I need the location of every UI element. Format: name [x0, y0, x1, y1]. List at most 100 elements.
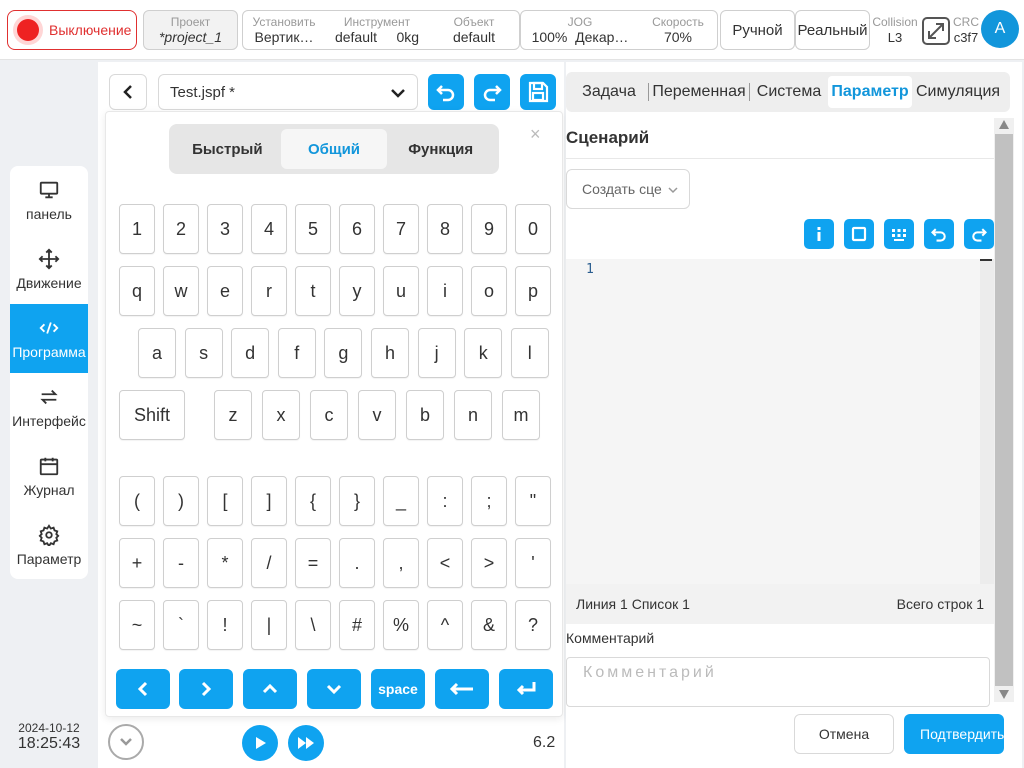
back-button[interactable]	[109, 74, 147, 110]
key[interactable]: ;	[471, 476, 507, 526]
object-selector[interactable]: Объект default	[429, 11, 519, 49]
key[interactable]: !	[207, 600, 243, 650]
key[interactable]: 4	[251, 204, 287, 254]
key[interactable]: h	[371, 328, 409, 378]
jog-selector[interactable]: JOG 100% Декар…	[521, 11, 639, 49]
key[interactable]: *	[207, 538, 243, 588]
key[interactable]: >	[471, 538, 507, 588]
key[interactable]: q	[119, 266, 155, 316]
key[interactable]: m	[502, 390, 540, 440]
key[interactable]: c	[310, 390, 348, 440]
editor-scrollbar[interactable]	[980, 259, 994, 584]
key[interactable]: r	[251, 266, 287, 316]
redo-button[interactable]	[474, 74, 510, 110]
scroll-down-icon[interactable]	[999, 690, 1009, 699]
key[interactable]: /	[251, 538, 287, 588]
tab-simulation[interactable]: Симуляция	[912, 76, 1004, 108]
tool-selector[interactable]: Инструмент default 0kg	[325, 11, 429, 49]
key[interactable]: <	[427, 538, 463, 588]
sidebar-item-program[interactable]: Программа	[10, 304, 88, 373]
key[interactable]: \	[295, 600, 331, 650]
key[interactable]: 9	[471, 204, 507, 254]
key[interactable]: }	[339, 476, 375, 526]
create-scenario-select[interactable]: Создать сце	[566, 169, 690, 209]
key[interactable]: 6	[339, 204, 375, 254]
key[interactable]: 8	[427, 204, 463, 254]
key[interactable]: ~	[119, 600, 155, 650]
key[interactable]: #	[339, 600, 375, 650]
key[interactable]: {	[295, 476, 331, 526]
panel-scrollbar[interactable]	[994, 118, 1014, 702]
arrow-up-key[interactable]	[243, 669, 297, 709]
code-editor[interactable]: 1	[566, 259, 994, 584]
shift-key[interactable]: Shift	[119, 390, 185, 440]
key[interactable]: )	[163, 476, 199, 526]
key[interactable]: x	[262, 390, 300, 440]
run-button[interactable]	[242, 725, 278, 761]
key[interactable]: w	[163, 266, 199, 316]
key[interactable]: 2	[163, 204, 199, 254]
confirm-button[interactable]: Подтвердить	[904, 714, 1004, 754]
key[interactable]: _	[383, 476, 419, 526]
key[interactable]: l	[510, 328, 549, 378]
tab-function[interactable]: Функция	[387, 129, 494, 169]
key[interactable]: n	[454, 390, 492, 440]
save-button[interactable]	[520, 74, 556, 110]
space-key[interactable]: space	[371, 669, 425, 709]
tab-system[interactable]: Система	[750, 76, 828, 108]
key[interactable]: u	[383, 266, 419, 316]
key[interactable]: "	[515, 476, 551, 526]
tab-variable[interactable]: Переменная	[649, 76, 749, 108]
key[interactable]: i	[427, 266, 463, 316]
file-selector[interactable]: Test.jspf *	[158, 74, 418, 110]
key[interactable]: f	[277, 328, 316, 378]
tab-general[interactable]: Общий	[280, 129, 388, 169]
key[interactable]: +	[119, 538, 155, 588]
sidebar-item-interface[interactable]: Интерфейс	[10, 373, 88, 442]
sidebar-item-journal[interactable]: Журнал	[10, 442, 88, 511]
arrow-right-key[interactable]	[179, 669, 233, 709]
key[interactable]: -	[163, 538, 199, 588]
real-mode-button[interactable]: Реальный	[795, 10, 870, 50]
collapse-keyboard-button[interactable]	[108, 724, 144, 760]
key[interactable]: p	[515, 266, 551, 316]
sidebar-item-parameter[interactable]: Параметр	[10, 511, 88, 579]
key[interactable]: ]	[251, 476, 287, 526]
sidebar-item-panel[interactable]: панель	[10, 166, 88, 235]
sidebar-item-motion[interactable]: Движение	[10, 235, 88, 304]
close-icon[interactable]: ×	[530, 124, 541, 145]
key[interactable]: z	[214, 390, 252, 440]
key[interactable]: g	[324, 328, 363, 378]
key[interactable]: s	[184, 328, 223, 378]
editor-redo-button[interactable]	[964, 219, 994, 249]
block-button[interactable]	[844, 219, 874, 249]
project-selector[interactable]: Проект *project_1	[143, 10, 238, 50]
key[interactable]: .	[339, 538, 375, 588]
key[interactable]: %	[383, 600, 419, 650]
tab-task[interactable]: Задача	[570, 76, 648, 108]
backspace-key[interactable]	[435, 669, 489, 709]
key[interactable]: 7	[383, 204, 419, 254]
fast-forward-button[interactable]	[288, 725, 324, 761]
tab-quick[interactable]: Быстрый	[174, 129, 281, 169]
key[interactable]: d	[231, 328, 270, 378]
expand-icon[interactable]	[921, 16, 951, 46]
undo-button[interactable]	[428, 74, 464, 110]
key[interactable]: 5	[295, 204, 331, 254]
key[interactable]: v	[358, 390, 396, 440]
key[interactable]: ^	[427, 600, 463, 650]
key[interactable]: k	[464, 328, 503, 378]
key[interactable]: =	[295, 538, 331, 588]
tab-parameter[interactable]: Параметр	[828, 76, 912, 108]
avatar[interactable]: A	[981, 10, 1019, 48]
key[interactable]: a	[138, 328, 176, 378]
key[interactable]: t	[295, 266, 331, 316]
key[interactable]: [	[207, 476, 243, 526]
arrow-left-key[interactable]	[116, 669, 170, 709]
key[interactable]: ,	[383, 538, 419, 588]
comment-field[interactable]: Комментарий	[566, 657, 990, 707]
scroll-thumb[interactable]	[995, 134, 1013, 686]
key[interactable]: o	[471, 266, 507, 316]
key[interactable]: b	[406, 390, 444, 440]
editor-undo-button[interactable]	[924, 219, 954, 249]
